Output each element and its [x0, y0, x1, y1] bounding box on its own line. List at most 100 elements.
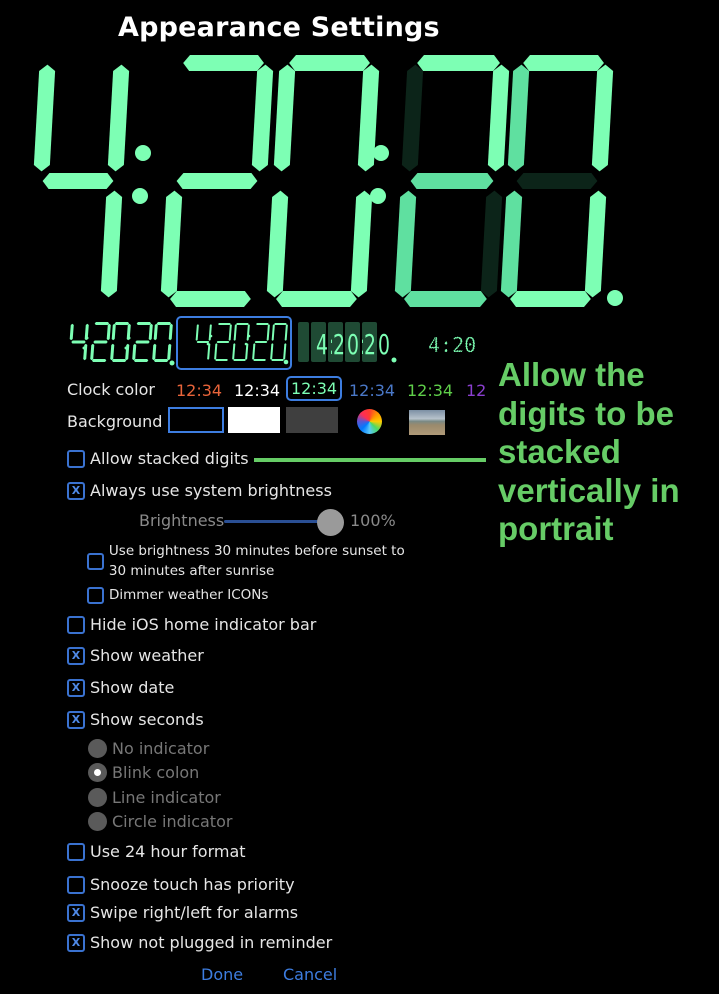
- segment-a: [136, 322, 152, 325]
- segment-g: [71, 340, 86, 344]
- sunset-brightness-checkbox[interactable]: Use brightness 30 minutes before sunset …: [87, 541, 417, 581]
- clock-color-option[interactable]: 12:34: [230, 379, 284, 402]
- segment-a: [417, 55, 500, 71]
- segment-a: [289, 55, 370, 71]
- background-white-swatch[interactable]: [228, 407, 280, 433]
- big-clock-display: [27, 55, 623, 307]
- slider-track: [224, 520, 331, 523]
- preview-flip-tile[interactable]: 4:20:20: [298, 316, 408, 370]
- segment-e: [270, 343, 274, 360]
- tile-digit: 0: [347, 328, 359, 361]
- segment-e: [232, 343, 236, 360]
- segment-f: [401, 64, 424, 172]
- background-label: Background: [67, 412, 163, 431]
- preview-thin-seven-segment[interactable]: [66, 316, 176, 370]
- radio-icon: [88, 788, 107, 807]
- segment-d: [111, 359, 127, 362]
- segment-b: [228, 324, 232, 341]
- slider-thumb[interactable]: [317, 509, 344, 536]
- clock-color-option[interactable]: 12:34: [345, 379, 399, 402]
- colon-dot: [85, 336, 89, 340]
- segment-e: [500, 190, 523, 298]
- segment-c: [83, 343, 88, 361]
- digit-pv1-0: [195, 324, 212, 360]
- segment-e: [27, 191, 48, 298]
- radio-label: Circle indicator: [112, 812, 233, 831]
- segment-f: [134, 324, 138, 340]
- preview-stacked-digits: [195, 323, 289, 365]
- background-photo-thumbnail[interactable]: [409, 410, 445, 435]
- preview-stacked-seven-segment[interactable]: [176, 316, 292, 370]
- segment-g: [42, 173, 114, 189]
- radio-circle-indicator[interactable]: Circle indicator: [88, 812, 232, 831]
- always-system-brightness-checkbox[interactable]: X Always use system brightness: [67, 481, 332, 500]
- cancel-button[interactable]: Cancel: [283, 965, 337, 984]
- colon-dot: [124, 346, 128, 350]
- segment-g: [135, 340, 150, 344]
- colon-dot: [247, 334, 251, 338]
- show-date-checkbox[interactable]: X Show date: [67, 678, 174, 697]
- segment-d: [70, 359, 84, 362]
- radio-blink-colon[interactable]: Blink colon: [88, 763, 199, 782]
- preview-dot-matrix[interactable]: 4:20: [416, 316, 486, 370]
- clock-color-option[interactable]: 12:34: [403, 379, 457, 402]
- segment-b: [148, 323, 153, 341]
- segment-d: [510, 291, 591, 307]
- radio-icon: [88, 739, 107, 758]
- dimmer-weather-icons-checkbox[interactable]: Dimmer weather ICONs: [87, 585, 268, 605]
- segment-f: [111, 323, 116, 341]
- show-seconds-checkbox[interactable]: X Show seconds: [67, 710, 204, 729]
- segment-e: [266, 190, 289, 298]
- segment-f: [153, 323, 158, 341]
- snooze-priority-checkbox[interactable]: Snooze touch has priority: [67, 875, 295, 894]
- digit-pv0-2: [110, 322, 131, 362]
- background-gray-swatch[interactable]: [286, 407, 338, 433]
- checkbox-label: Swipe right/left for alarms: [90, 903, 299, 922]
- checkbox-icon: [67, 842, 85, 861]
- digit-pv1-2: [232, 323, 250, 361]
- checkbox-icon: X: [67, 933, 85, 952]
- segment-g: [176, 173, 258, 189]
- segment-e: [90, 343, 95, 361]
- radio-no-indicator[interactable]: No indicator: [88, 739, 209, 758]
- show-weather-checkbox[interactable]: X Show weather: [67, 646, 204, 665]
- hide-home-indicator-checkbox[interactable]: Hide iOS home indicator bar: [67, 615, 316, 634]
- checkbox-label: Use brightness 30 minutes before sunset …: [108, 543, 405, 579]
- checkbox-label: Dimmer weather ICONs: [109, 587, 269, 603]
- color-wheel-icon[interactable]: [357, 409, 382, 434]
- dot-matrix-time: 4:20: [428, 333, 476, 357]
- background-black-swatch[interactable]: [168, 407, 224, 433]
- clock-color-option[interactable]: 12:34: [172, 379, 226, 402]
- digit-pv1-3: [252, 323, 270, 361]
- segment-a: [114, 322, 130, 325]
- allow-stacked-digits-checkbox[interactable]: Allow stacked digits: [67, 449, 249, 468]
- radio-label: Line indicator: [112, 788, 221, 807]
- radio-line-indicator[interactable]: Line indicator: [88, 788, 221, 807]
- segment-d: [91, 359, 107, 362]
- segment-e: [214, 343, 218, 360]
- segment-g: [113, 341, 127, 344]
- segment-f: [233, 324, 237, 341]
- segment-c: [584, 190, 607, 298]
- checkbox-icon: X: [67, 646, 85, 665]
- tile-background: [298, 322, 309, 362]
- decimal-dot: [391, 357, 397, 363]
- clock-color-option[interactable]: 12: [462, 379, 490, 402]
- segment-a: [523, 55, 604, 71]
- colon-dot: [244, 342, 248, 346]
- use-24-hour-checkbox[interactable]: Use 24 hour format: [67, 842, 246, 861]
- done-button[interactable]: Done: [201, 965, 243, 984]
- checkbox-label: Use 24 hour format: [90, 842, 246, 861]
- segment-g: [235, 341, 248, 343]
- segment-d: [153, 359, 169, 362]
- not-plugged-reminder-checkbox[interactable]: X Show not plugged in reminder: [67, 933, 332, 952]
- decimal-dot: [169, 360, 175, 366]
- decimal-dot: [607, 290, 623, 306]
- swipe-alarms-checkbox[interactable]: X Swipe right/left for alarms: [67, 903, 298, 922]
- digit-minutes-ones: [266, 55, 380, 307]
- decimal-dot: [283, 359, 289, 365]
- brightness-slider[interactable]: [224, 506, 344, 536]
- segment-a: [49, 55, 120, 71]
- clock-color-option[interactable]: 12:34: [286, 376, 343, 401]
- clock-color-label: Clock color: [67, 380, 155, 399]
